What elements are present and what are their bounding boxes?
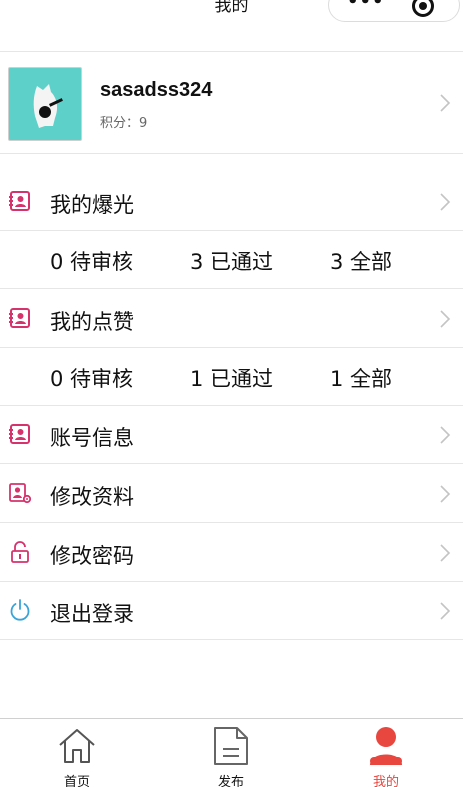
contact-card-icon: [9, 424, 30, 444]
tab-label: 首页: [63, 775, 90, 787]
menu-item-label: 我的点赞: [50, 310, 134, 334]
profile-card[interactable]: sasadss324 积分：9: [0, 53, 463, 154]
username: sasadss324: [100, 79, 213, 101]
menu-item-logout[interactable]: 退出登录: [0, 582, 463, 640]
contact-card-icon: [9, 308, 30, 328]
stat-pending[interactable]: 0 待审核: [50, 363, 133, 393]
user-icon: [370, 727, 402, 765]
chevron-right-icon: [440, 193, 451, 211]
exposure-stats: 0 待审核 3 已通过 3 全部: [0, 231, 463, 289]
document-icon: [214, 727, 248, 765]
stat-pending[interactable]: 0 待审核: [50, 246, 133, 276]
chevron-right-icon: [440, 602, 451, 620]
tab-label: 发布: [217, 775, 244, 787]
contact-card-icon: [9, 191, 30, 211]
nav-header: 我的 •••: [0, 0, 463, 52]
tab-bar: 首页 发布 我的: [0, 718, 463, 787]
tab-label: 我的: [372, 775, 399, 787]
points-text: 积分：9: [100, 116, 148, 131]
menu-item-label: 修改资料: [50, 485, 134, 509]
power-icon: [10, 599, 30, 621]
stat-all[interactable]: 1 全部: [330, 363, 392, 393]
menu-item-account-info[interactable]: 账号信息: [0, 406, 463, 464]
menu-item-my-exposure[interactable]: 我的爆光: [0, 173, 463, 231]
miniprogram-capsule[interactable]: •••: [328, 0, 460, 22]
chevron-right-icon: [440, 94, 451, 112]
home-icon: [59, 729, 95, 763]
unlock-icon: [11, 541, 29, 563]
stat-approved[interactable]: 3 已通过: [190, 246, 273, 276]
tab-publish[interactable]: 发布: [154, 719, 308, 787]
menu-item-change-password[interactable]: 修改密码: [0, 524, 463, 582]
close-miniprogram-icon[interactable]: [412, 0, 434, 17]
stat-approved[interactable]: 1 已通过: [190, 363, 273, 393]
stat-all[interactable]: 3 全部: [330, 246, 392, 276]
menu-item-label: 退出登录: [50, 602, 134, 626]
chevron-right-icon: [440, 310, 451, 328]
menu-item-edit-profile[interactable]: 修改资料: [0, 465, 463, 523]
user-settings-icon: [9, 483, 32, 504]
menu-item-label: 修改密码: [50, 544, 134, 568]
menu-item-label: 我的爆光: [50, 193, 134, 217]
avatar: [8, 67, 82, 141]
tab-home[interactable]: 首页: [0, 719, 154, 787]
menu-item-my-likes[interactable]: 我的点赞: [0, 290, 463, 348]
likes-stats: 0 待审核 1 已通过 1 全部: [0, 348, 463, 406]
menu-item-label: 账号信息: [50, 426, 134, 450]
chevron-right-icon: [440, 426, 451, 444]
tab-mine[interactable]: 我的: [309, 719, 463, 787]
more-icon[interactable]: •••: [347, 0, 385, 12]
chevron-right-icon: [440, 485, 451, 503]
chevron-right-icon: [440, 544, 451, 562]
